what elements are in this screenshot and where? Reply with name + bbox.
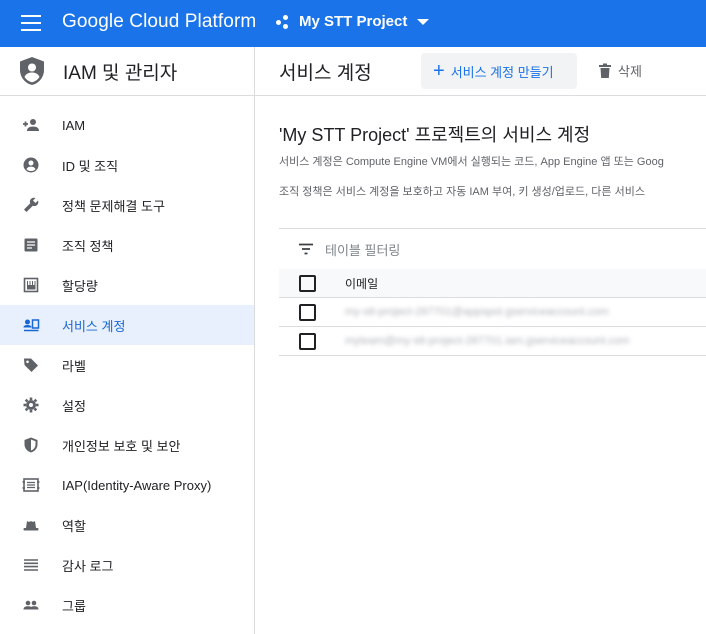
caret-down-icon	[417, 18, 430, 25]
sidebar-item-groups[interactable]: 그룹	[0, 585, 254, 625]
project-dots-icon	[276, 14, 292, 30]
sidebar-item-label: IAM	[62, 117, 86, 133]
sidebar-item-label: ID 및 조직	[62, 158, 119, 174]
list-icon	[22, 556, 40, 574]
table-header-row: 이메일	[279, 269, 706, 297]
service-account-email[interactable]: my-stt-project-287701@appspot.gserviceac…	[345, 306, 609, 318]
sidebar-item-label: 정책 문제해결 도구	[62, 198, 165, 214]
person-add-icon	[22, 116, 40, 134]
filter-icon	[299, 243, 313, 255]
sidebar-header: IAM 및 관리자	[0, 47, 254, 96]
sidebar-item-privacy-security[interactable]: 개인정보 보호 및 보안	[0, 425, 254, 465]
document-icon	[22, 236, 40, 254]
sidebar-item-service-accounts[interactable]: 서비스 계정	[0, 305, 254, 345]
sidebar-title: IAM 및 관리자	[63, 62, 178, 84]
create-service-account-button[interactable]: + 서비스 계정 만들기	[421, 53, 577, 89]
row-checkbox[interactable]	[299, 332, 316, 350]
service-account-email[interactable]: myteam@my-stt-project-287701.iam.gservic…	[345, 335, 629, 347]
iap-icon	[22, 476, 40, 494]
table-filter[interactable]: 테이블 필터링	[279, 228, 706, 269]
sidebar-item-label: 개인정보 보호 및 보안	[62, 438, 181, 454]
section-title: 'My STT Project' 프로젝트의 서비스 계정	[279, 125, 591, 145]
iam-shield-icon	[20, 57, 44, 85]
service-account-icon	[22, 316, 40, 334]
sidebar-item-org-policy[interactable]: 조직 정책	[0, 225, 254, 265]
email-column-header[interactable]: 이메일	[345, 275, 378, 292]
sidebar-item-label: 역할	[62, 518, 86, 534]
main-content: 서비스 계정 + 서비스 계정 만들기 삭제 'My STT Project' …	[255, 47, 706, 634]
sidebar-nav: IAM ID 및 조직 정책 문제해결 도구 조직 정책 할당량 서비스 계정 …	[0, 96, 254, 625]
menu-icon[interactable]	[21, 15, 41, 31]
sidebar: IAM 및 관리자 IAM ID 및 조직 정책 문제해결 도구 조직 정책 할…	[0, 47, 255, 634]
sidebar-item-roles[interactable]: 역할	[0, 505, 254, 545]
sidebar-item-iam[interactable]: IAM	[0, 105, 254, 145]
sidebar-item-identity[interactable]: ID 및 조직	[0, 145, 254, 185]
sidebar-item-label: 조직 정책	[62, 238, 114, 254]
account-circle-icon	[22, 156, 40, 174]
sidebar-item-label: 서비스 계정	[62, 318, 126, 334]
sidebar-item-iap[interactable]: IAP(Identity-Aware Proxy)	[0, 465, 254, 505]
row-checkbox[interactable]	[299, 303, 316, 321]
plus-icon: +	[433, 60, 445, 82]
sidebar-item-quotas[interactable]: 할당량	[0, 265, 254, 305]
create-button-label: 서비스 계정 만들기	[450, 64, 554, 80]
sidebar-item-label: 라벨	[62, 358, 86, 374]
table-row: my-stt-project-287701@appspot.gserviceac…	[279, 297, 706, 326]
label-icon	[22, 356, 40, 374]
delete-button-label: 삭제	[618, 64, 642, 79]
description-text: 서비스 계정은 Compute Engine VM에서 실행되는 코드, App…	[279, 156, 664, 168]
hat-icon	[22, 516, 40, 534]
table-row: myteam@my-stt-project-287701.iam.gservic…	[279, 326, 706, 356]
project-selector[interactable]: My STT Project	[276, 13, 430, 30]
brand-title[interactable]: Google Cloud Platform	[62, 11, 256, 33]
sidebar-item-label: 감사 로그	[62, 558, 114, 574]
sidebar-item-labels[interactable]: 라벨	[0, 345, 254, 385]
delete-button[interactable]: 삭제	[598, 61, 642, 80]
sidebar-item-policy-troubleshooter[interactable]: 정책 문제해결 도구	[0, 185, 254, 225]
project-name: My STT Project	[299, 13, 408, 30]
top-app-bar: Google Cloud Platform My STT Project	[0, 0, 706, 47]
page-header: 서비스 계정 + 서비스 계정 만들기 삭제	[255, 47, 706, 96]
sidebar-item-label: 할당량	[62, 278, 98, 294]
trash-icon	[599, 63, 611, 78]
sidebar-item-audit-logs[interactable]: 감사 로그	[0, 545, 254, 585]
sidebar-item-label: 설정	[62, 398, 86, 414]
sidebar-item-label: IAP(Identity-Aware Proxy)	[62, 477, 212, 493]
select-all-checkbox[interactable]	[299, 274, 316, 292]
org-policy-text: 조직 정책은 서비스 계정을 보호하고 자동 IAM 부여, 키 생성/업로드,…	[279, 186, 645, 198]
quota-icon	[22, 276, 40, 294]
gear-icon	[22, 396, 40, 414]
shield-icon	[22, 436, 40, 454]
group-icon	[22, 596, 40, 614]
service-accounts-table: 이메일 my-stt-project-287701@appspot.gservi…	[279, 269, 706, 356]
sidebar-item-label: 그룹	[62, 598, 86, 614]
filter-placeholder: 테이블 필터링	[325, 242, 401, 258]
page-title: 서비스 계정	[279, 63, 372, 84]
sidebar-item-settings[interactable]: 설정	[0, 385, 254, 425]
wrench-icon	[22, 196, 40, 214]
